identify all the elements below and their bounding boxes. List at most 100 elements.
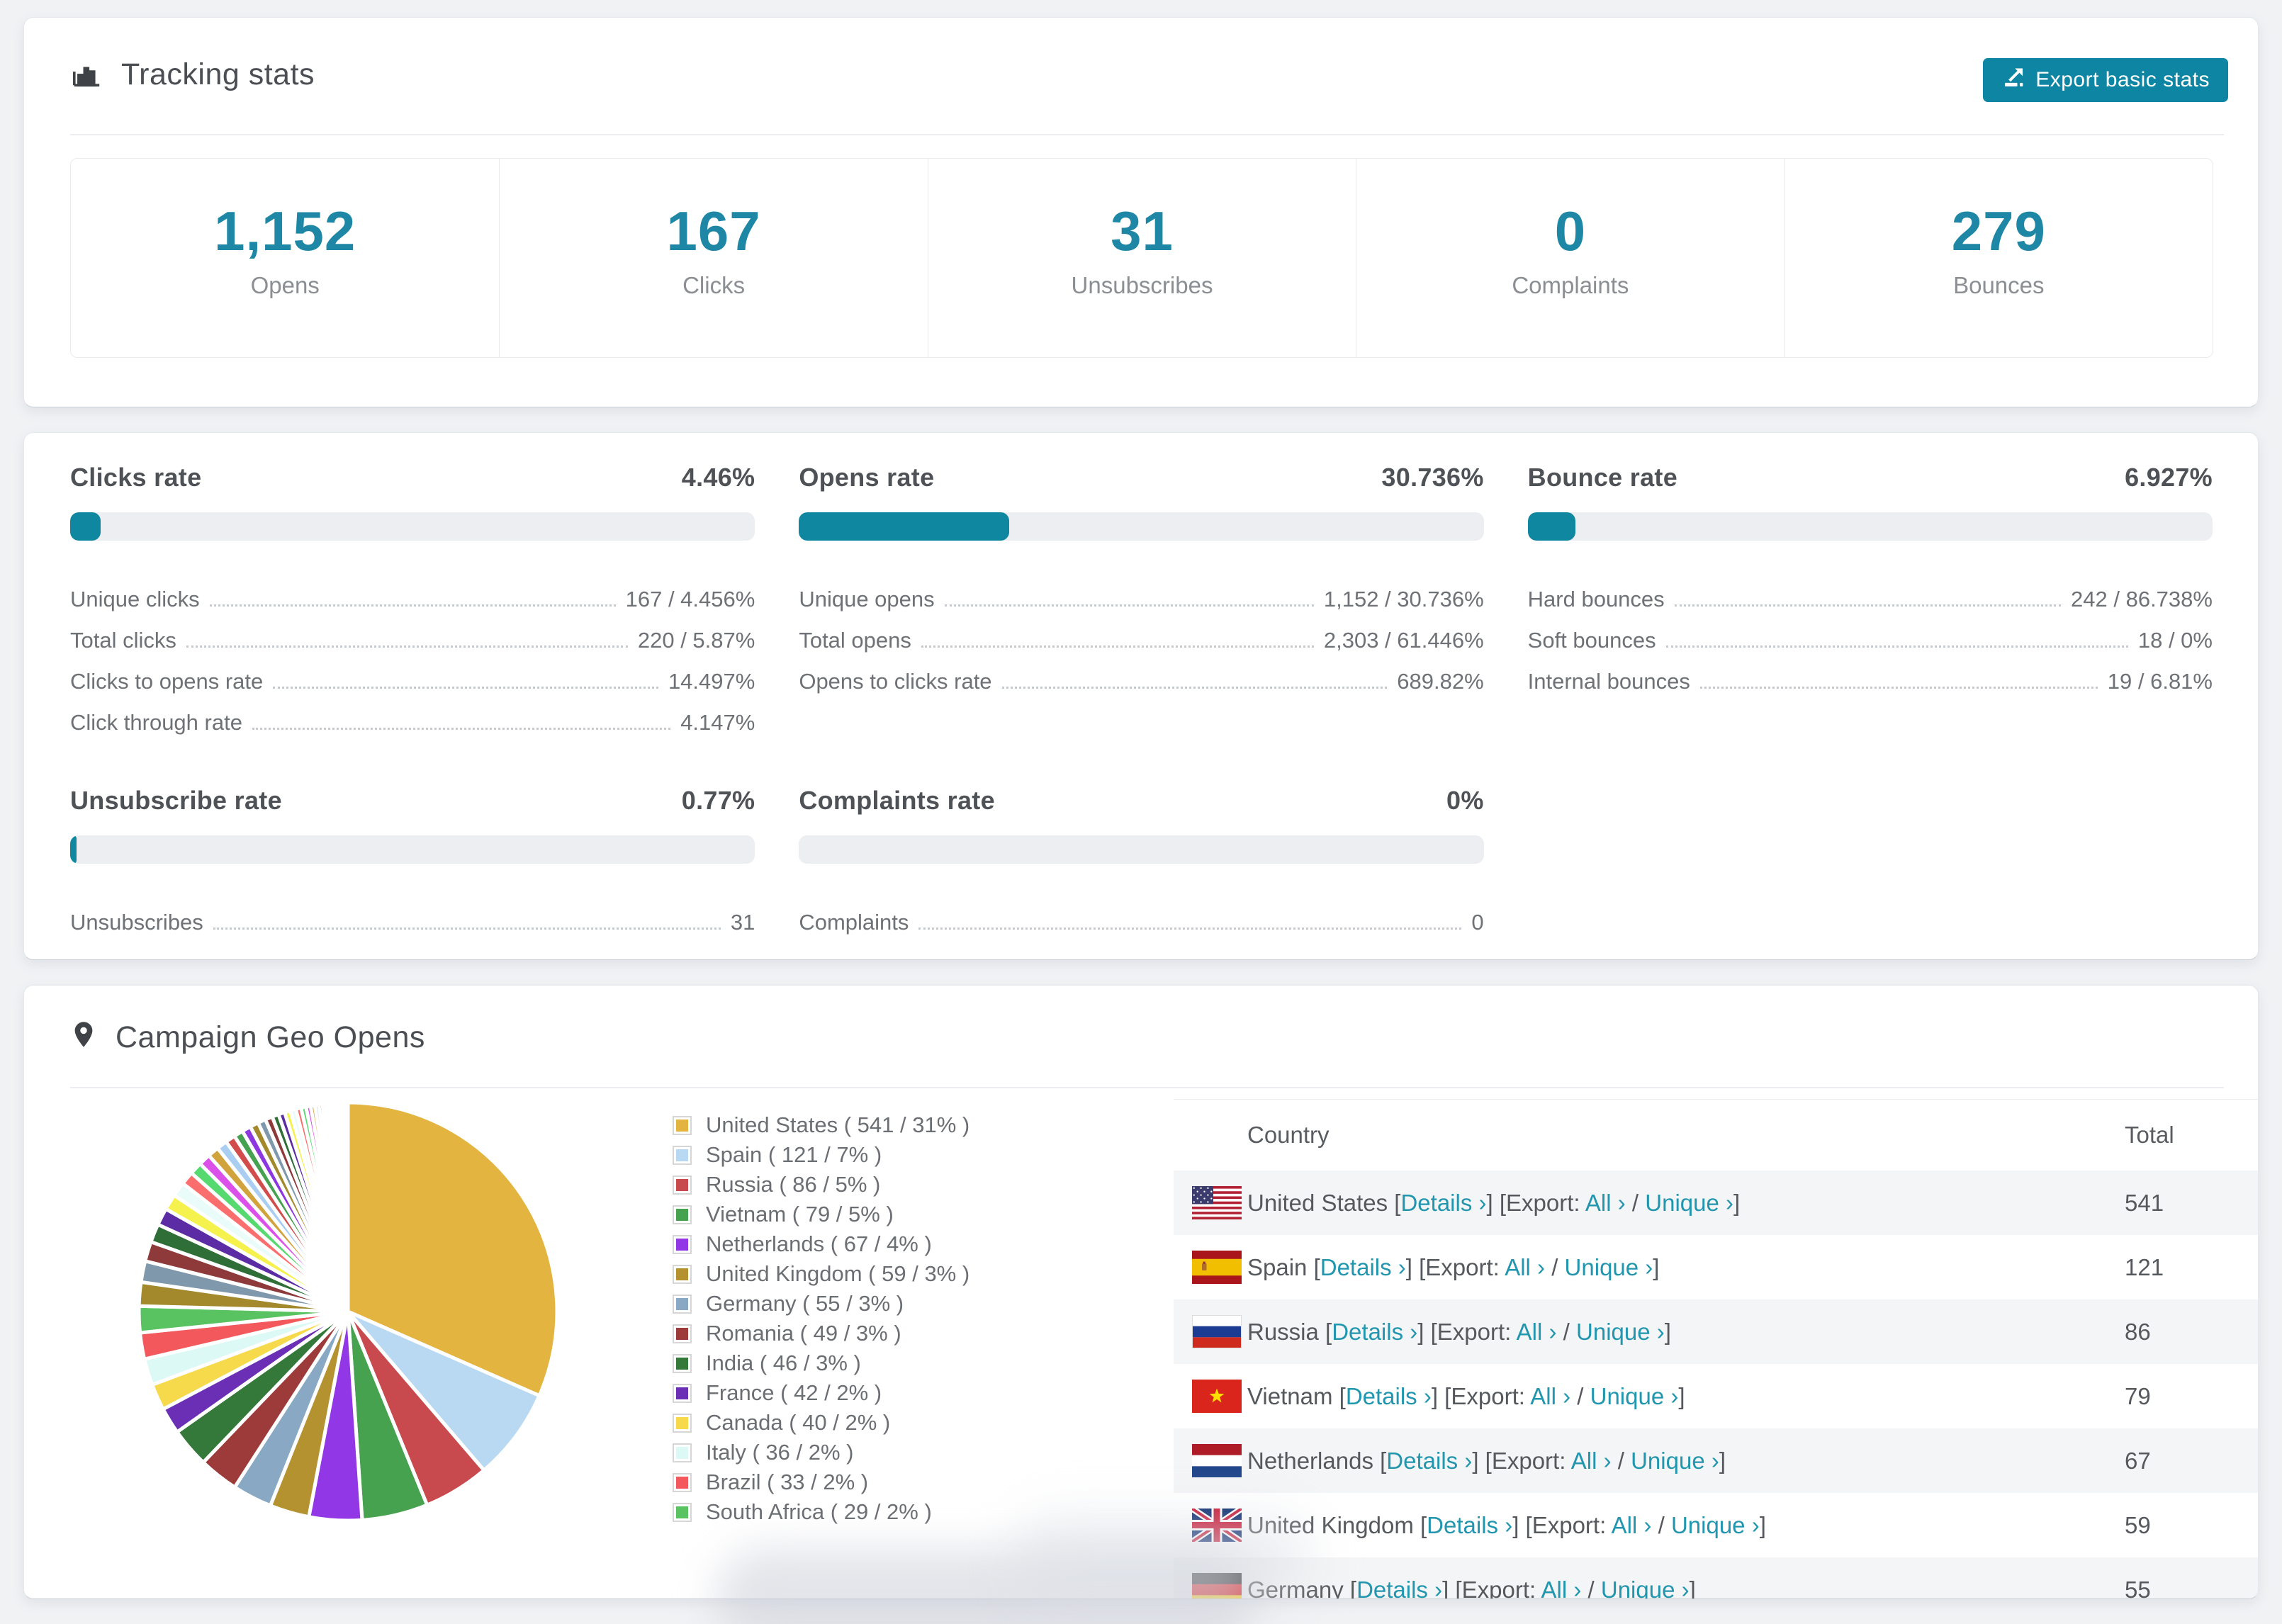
details-link[interactable]: Details › [1386,1448,1472,1474]
bracket-text: ] [ [1512,1511,1532,1538]
details-link[interactable]: Details › [1320,1254,1406,1280]
stat-value: 0 [1554,200,1587,262]
campaign-stats-page: Tracking stats Export basic stats 1,152 O… [0,0,2282,1624]
dotted-leader [921,645,1314,648]
legend-swatch [673,1234,692,1254]
details-link[interactable]: Details › [1400,1190,1486,1216]
export-unique-link[interactable]: Unique › [1576,1319,1665,1345]
export-unique-link[interactable]: Unique › [1565,1254,1653,1280]
metric-rows: Unsubscribes 31 [70,893,755,935]
export-unique-link[interactable]: Unique › [1631,1448,1719,1474]
country-flag-cell [1174,1509,1247,1542]
metric-row: Total opens 2,303 / 61.446% [799,611,1483,653]
table-header-row: Country Total [1174,1100,2258,1171]
slash-text: / [1545,1253,1565,1280]
legend-item: France ( 42 / 2% ) [673,1378,969,1408]
progress-fill [70,512,101,541]
geo-header: Campaign Geo Opens [70,1020,425,1056]
legend-swatch-color [676,1178,688,1191]
export-all-link[interactable]: All › [1541,1577,1582,1599]
metric-label: Unique opens [799,586,935,611]
progress-bar [70,835,755,864]
progress-bar [1527,512,2213,541]
rate-header: Complaints rate 0% [799,786,1483,816]
bracket-text: ] [1733,1189,1741,1216]
legend-item: Romania ( 49 / 3% ) [673,1319,969,1348]
slash-text: / [1611,1447,1631,1474]
metric-value: 31 [730,909,755,935]
metric-rows: Unique opens 1,152 / 30.736% Total opens 2,… [799,570,1483,694]
stat-label: Bounces [1953,271,2045,298]
us-flag [1192,1186,1242,1219]
legend-label: Germany ( 55 / 3% ) [706,1291,904,1316]
rate-header: Unsubscribe rate 0.77% [70,786,755,816]
total-value: 55 [2125,1576,2151,1599]
tracking-stats-title: Tracking stats [121,57,315,91]
bracket-text: [ [1373,1447,1387,1474]
country-cell: Vietnam [Details ›] [Export: All › / Uni… [1247,1383,2125,1410]
slash-text: / [1625,1189,1646,1216]
legend-swatch [673,1472,692,1492]
rates-card: Clicks rate 4.46% Unique clicks 167 / 4.456… [23,432,2259,960]
details-link[interactable]: Details › [1356,1577,1442,1599]
country-flag-cell [1174,1251,1247,1284]
export-all-link[interactable]: All › [1517,1319,1557,1345]
metric-value: 2,303 / 61.446% [1323,627,1484,653]
stat-label: Unsubscribes [1071,271,1213,298]
stat-label: Opens [250,271,320,298]
export-all-link[interactable]: All › [1612,1512,1652,1538]
export-all-link[interactable]: All › [1505,1254,1545,1280]
legend-swatch [673,1175,692,1195]
export-all-link[interactable]: All › [1585,1190,1626,1216]
metric-row: Internal bounces 19 / 6.81% [1528,653,2213,694]
bracket-text: [ [1343,1576,1357,1599]
tracking-stats-header: Tracking stats [70,57,315,93]
export-unique-link[interactable]: Unique › [1601,1577,1690,1599]
metric-value: 18 / 0% [2137,627,2213,653]
country-name: Russia [1247,1318,1319,1345]
metric-row: Clicks to opens rate 14.497% [70,653,755,694]
metric-label: Opens to clicks rate [799,668,992,694]
geo-pie-chart[interactable] [114,1078,582,1545]
table-row-united-states: United States [Details ›] [Export: All ›… [1174,1171,2258,1235]
export-unique-link[interactable]: Unique › [1671,1512,1760,1538]
country-flag-cell [1174,1186,1247,1219]
legend-label: Vietnam ( 79 / 5% ) [706,1202,894,1227]
export-all-link[interactable]: All › [1530,1383,1570,1409]
summary-stats-row: 1,152 Opens 167 Clicks 31 Unsubscribes 0 Compla… [70,158,2213,358]
legend-label: Canada ( 40 / 2% ) [706,1410,891,1435]
legend-item: Brazil ( 33 / 2% ) [673,1467,969,1497]
nl-flag [1192,1444,1242,1477]
legend-swatch [673,1413,692,1433]
export-all-link[interactable]: All › [1571,1448,1612,1474]
pie-legend: United States ( 541 / 31% ) Spain ( 121 /… [673,1110,969,1527]
export-unique-link[interactable]: Unique › [1590,1383,1679,1409]
metric-row: Total clicks 220 / 5.87% [70,611,755,653]
metric-value: 1,152 / 30.736% [1323,586,1484,611]
bracket-text: [ [1307,1253,1320,1280]
dotted-leader [1001,687,1388,689]
dotted-leader [1665,645,2128,648]
metric-label: Clicks to opens rate [70,668,264,694]
slash-text: / [1556,1318,1577,1345]
metric-label: Unique clicks [70,586,200,611]
rate-value: 6.927% [2125,463,2213,492]
details-link[interactable]: Details › [1346,1383,1432,1409]
bracket-text: ] [ [1405,1253,1426,1280]
export-label: Export: [1461,1576,1541,1599]
export-unique-link[interactable]: Unique › [1645,1190,1733,1216]
pie-slice-other[interactable] [345,1100,350,1312]
details-link[interactable]: Details › [1332,1319,1417,1345]
rate-value: 0.77% [681,786,755,815]
export-basic-stats-button[interactable]: Export basic stats [1983,58,2228,102]
rate-header: Bounce rate 6.927% [1528,463,2213,492]
de-flag [1192,1573,1242,1598]
legend-swatch-color [676,1149,688,1161]
legend-swatch [673,1294,692,1314]
legend-swatch [673,1264,692,1284]
progress-bar [799,835,1484,864]
export-label: Export: [1491,1447,1571,1474]
slash-text: / [1581,1576,1601,1599]
details-link[interactable]: Details › [1427,1512,1512,1538]
legend-swatch-color [676,1387,688,1399]
